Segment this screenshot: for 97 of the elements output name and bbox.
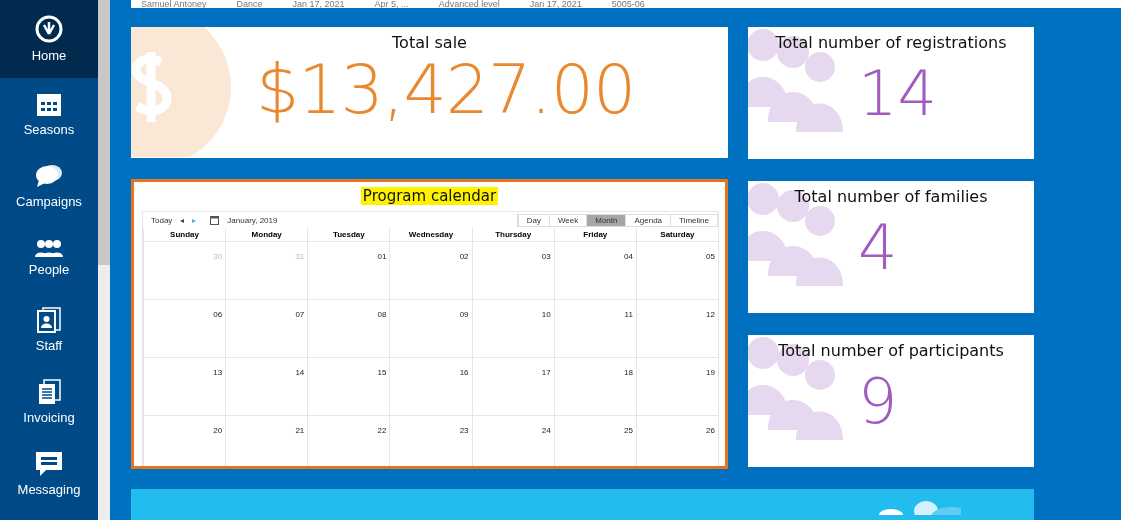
day-cell[interactable]: 06	[143, 299, 226, 358]
day-number: 10	[541, 310, 551, 320]
weekday-header: Tuesday	[307, 228, 390, 242]
day-number: 07	[295, 310, 305, 320]
stat-value: 4	[858, 210, 898, 287]
card-title: Program calendar	[360, 187, 499, 206]
view-tab[interactable]: Agenda	[625, 214, 671, 226]
day-number: 19	[706, 368, 715, 378]
nav-item[interactable]: Home	[0, 0, 98, 78]
total-sale-value: $13,427.00	[256, 52, 636, 129]
day-number: 06	[213, 310, 223, 320]
day-number: 13	[213, 368, 223, 378]
day-number: 21	[295, 426, 305, 436]
scrollbar-thumb[interactable]	[98, 0, 110, 265]
weekday-header: Thursday	[471, 228, 554, 242]
day-cell[interactable]: 10	[471, 299, 554, 358]
day-cell[interactable]: 18	[553, 357, 636, 416]
id-cards-icon	[36, 307, 62, 333]
day-cell[interactable]: 07	[225, 299, 308, 358]
scrollbar[interactable]	[98, 0, 110, 520]
card-title: Total number of registrations	[774, 32, 1008, 53]
view-tab[interactable]: Day	[517, 214, 549, 226]
day-number: 23	[459, 426, 469, 436]
calendar-icon	[210, 215, 220, 225]
day-cell[interactable]: 26	[635, 415, 718, 467]
weekday-header: Friday	[553, 228, 636, 242]
day-cell[interactable]: 08	[307, 299, 390, 358]
table-cell: Advanced level	[438, 0, 500, 9]
month-label: January, 2019	[227, 215, 278, 225]
day-cell[interactable]: 21	[225, 415, 308, 467]
day-number: 15	[377, 368, 387, 378]
day-cell[interactable]: 11	[553, 299, 636, 358]
day-cell[interactable]: 25	[553, 415, 636, 467]
view-tab[interactable]: Timeline	[670, 214, 717, 226]
weekday-header: Sunday	[143, 228, 226, 242]
documents-icon	[37, 379, 61, 405]
day-cell[interactable]: 03	[471, 241, 554, 300]
weekday-header: Monday	[225, 228, 308, 242]
day-number: 25	[623, 426, 633, 436]
day-number: 12	[706, 310, 715, 320]
day-cell[interactable]: 23	[389, 415, 472, 467]
nav-item[interactable]: People	[0, 222, 98, 294]
card-title: Total number of participants	[777, 340, 1005, 361]
day-number: 20	[213, 426, 223, 436]
day-number: 24	[541, 426, 551, 436]
day-cell[interactable]: 12	[635, 299, 718, 358]
previous-button[interactable]: ◂	[180, 215, 185, 225]
day-number: 22	[377, 426, 387, 436]
day-number: 04	[623, 252, 633, 262]
nav-item[interactable]: Invoicing	[0, 366, 98, 438]
day-cell[interactable]: 16	[389, 357, 472, 416]
table-cell: Samuel Antoney	[141, 0, 207, 9]
day-cell[interactable]: 13	[143, 357, 226, 416]
day-number: 17	[541, 368, 551, 378]
nav-item[interactable]: Seasons	[0, 78, 98, 150]
today-button[interactable]: Today	[151, 215, 173, 225]
day-cell[interactable]: 01	[307, 241, 390, 300]
day-cell[interactable]: 20	[143, 415, 226, 467]
stat-value: 9	[858, 364, 898, 441]
day-cell[interactable]: 14	[225, 357, 308, 416]
day-number: 18	[623, 368, 633, 378]
day-number: 14	[295, 368, 305, 378]
day-cell[interactable]: 05	[635, 241, 718, 300]
day-number: 01	[377, 252, 387, 262]
table-cell: Apr 5, ...	[374, 0, 409, 9]
nav-item[interactable]: Campaigns	[0, 150, 98, 222]
nav-item[interactable]: Staff	[0, 294, 98, 366]
day-number: 11	[624, 310, 633, 320]
day-cell[interactable]: 24	[471, 415, 554, 467]
day-number: 05	[706, 252, 715, 262]
view-tab[interactable]: Month	[586, 214, 626, 226]
stat-value: 14	[858, 56, 937, 133]
day-cell[interactable]: 19	[635, 357, 718, 416]
weekday-header: Saturday	[635, 228, 718, 242]
day-number: 26	[706, 426, 715, 436]
day-number: 09	[459, 310, 469, 320]
table-cell: 5005-06	[611, 0, 645, 9]
message-icon	[35, 451, 63, 477]
day-cell[interactable]: 15	[307, 357, 390, 416]
table-cell: Jan 17, 2021	[529, 0, 582, 9]
day-cell[interactable]: 02	[389, 241, 472, 300]
day-number: 16	[459, 368, 469, 378]
day-cell[interactable]: 09	[389, 299, 472, 358]
table-cell: Dance	[236, 0, 263, 9]
day-cell[interactable]: 22	[307, 415, 390, 467]
card-title: Total sale	[391, 32, 468, 53]
people-icon	[35, 239, 63, 257]
day-number: 02	[459, 252, 469, 262]
card-title: Total number of families	[793, 186, 989, 207]
day-number: 03	[541, 252, 551, 262]
nav-item[interactable]: Messaging	[0, 438, 98, 510]
chat-bubbles-icon	[35, 163, 63, 189]
day-cell[interactable]: 17	[471, 357, 554, 416]
day-cell[interactable]: 04	[553, 241, 636, 300]
weekday-header: Wednesday	[389, 228, 472, 242]
table-cell: Jan 17, 2021	[292, 0, 345, 9]
day-number: 08	[377, 310, 387, 320]
